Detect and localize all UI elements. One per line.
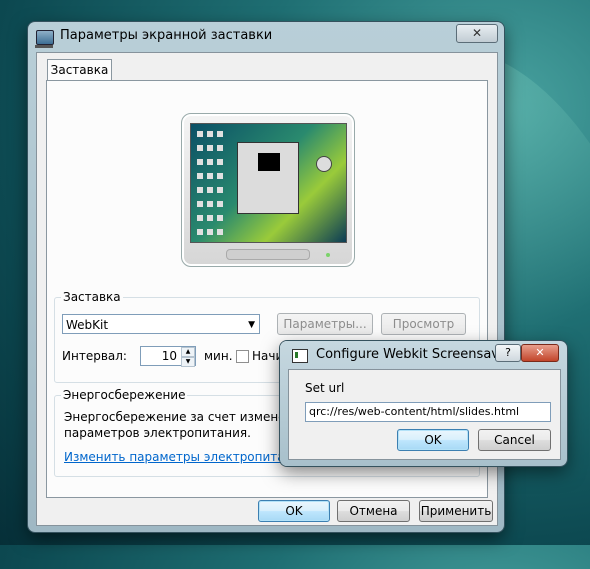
desktop-icons-preview [195, 128, 225, 240]
interval-value: 10 [161, 349, 177, 363]
interval-label: Интервал: [62, 349, 127, 363]
power-led-icon [326, 253, 330, 257]
monitor-icon [35, 30, 54, 48]
screensaver-group-label: Заставка [61, 290, 123, 304]
start-checkbox[interactable] [236, 350, 249, 363]
monitor-stand [226, 249, 310, 260]
cancel-button[interactable]: Отмена [337, 500, 410, 522]
ok-button[interactable]: OK [258, 500, 330, 522]
window-title: Параметры экранной заставки [60, 28, 273, 43]
apply-button[interactable]: Применить [419, 500, 493, 522]
title-bar[interactable]: Параметры экранной заставки ✕ [28, 22, 504, 50]
screensaver-select[interactable]: WebKit ▼ [62, 314, 260, 334]
spin-up-icon[interactable]: ▲ [181, 347, 195, 357]
preview-button[interactable]: Просмотр [381, 313, 466, 335]
dialog-cancel-button[interactable]: Cancel [478, 429, 551, 451]
dialog-client-area: Set url qrc://res/web-content/html/slide… [288, 369, 561, 460]
interval-unit: мин. [204, 349, 233, 363]
url-input[interactable]: qrc://res/web-content/html/slides.html [305, 402, 551, 422]
help-button[interactable]: ? [495, 344, 521, 362]
app-icon [292, 349, 308, 363]
power-description-line2: параметров электропитания. [64, 426, 251, 440]
url-label: Set url [305, 381, 345, 395]
dialog-ok-button[interactable]: OK [397, 429, 469, 451]
preview-dialog-thumbnail [237, 142, 299, 214]
dialog-close-button[interactable]: ✕ [521, 344, 559, 362]
power-group-label: Энергосбережение [61, 388, 188, 402]
preview-screen [190, 123, 347, 243]
clock-gadget-icon [316, 156, 332, 172]
dialog-title: Configure Webkit Screensaver [316, 347, 513, 362]
configure-webkit-dialog: Configure Webkit Screensaver ? ✕ Set url… [280, 341, 567, 466]
monitor-preview [181, 113, 355, 267]
chevron-down-icon: ▼ [248, 320, 255, 330]
spin-down-icon[interactable]: ▼ [181, 357, 195, 367]
interval-stepper[interactable]: 10 ▲ ▼ [140, 346, 196, 367]
settings-button[interactable]: Параметры... [277, 313, 373, 335]
close-button[interactable]: ✕ [456, 24, 498, 43]
screensaver-select-value: WebKit [66, 318, 109, 332]
tab-screensaver[interactable]: Заставка [47, 59, 112, 81]
